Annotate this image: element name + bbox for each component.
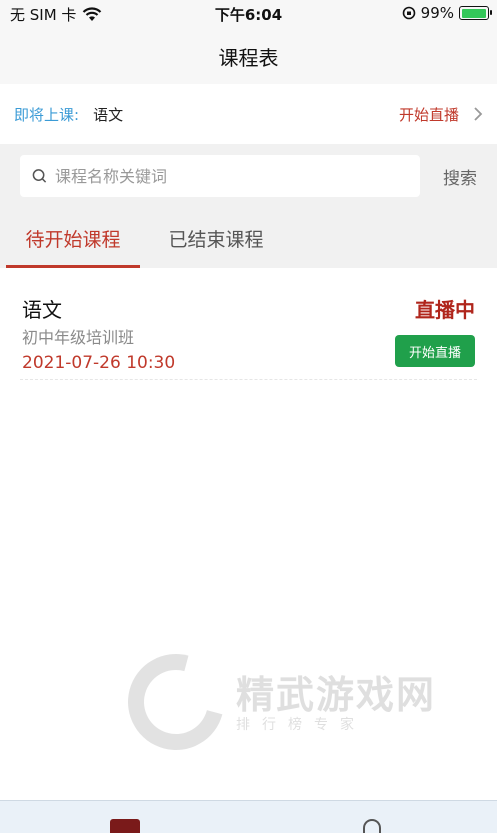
course-list: 语文 初中年级培训班 2021-07-26 10:30 直播中 开始直播 (0, 268, 497, 380)
search-section: 搜索 (0, 144, 497, 208)
start-live-button[interactable]: 开始直播 (395, 335, 475, 367)
battery-icon (459, 6, 492, 20)
course-time: 2021-07-26 10:30 (22, 353, 176, 373)
course-card[interactable]: 语文 初中年级培训班 2021-07-26 10:30 直播中 开始直播 (20, 268, 477, 380)
watermark: 精武游戏网 排行榜专家 (110, 636, 478, 768)
search-icon (32, 169, 47, 183)
bottom-tab-bar (0, 800, 497, 833)
watermark-title: 精武游戏网 (236, 673, 437, 717)
page-title: 课程表 (218, 45, 279, 70)
status-right: 99% (402, 4, 492, 22)
watermark-subtitle: 排行榜专家 (236, 717, 366, 733)
upcoming-class-banner[interactable]: 即将上课: 语文 开始直播 (0, 84, 497, 144)
watermark-logo-icon (110, 636, 242, 768)
search-button[interactable]: 搜索 (443, 164, 477, 189)
profile-tab-icon[interactable] (363, 819, 381, 833)
course-class: 初中年级培训班 (22, 328, 135, 347)
upcoming-course-name: 语文 (93, 105, 124, 124)
course-tabs: 待开始课程 已结束课程 (0, 208, 497, 268)
search-box (20, 155, 420, 197)
status-bar: 无 SIM 卡 下午6:04 99% (0, 0, 497, 28)
live-status-badge: 直播中 (415, 298, 475, 322)
chevron-right-icon (474, 107, 483, 121)
upcoming-label: 即将上课: (14, 105, 80, 124)
schedule-tab-icon[interactable] (110, 819, 140, 833)
tab-upcoming-courses[interactable]: 待开始课程 (0, 208, 146, 268)
upcoming-start-live-link[interactable]: 开始直播 (399, 104, 483, 125)
nav-bar: 课程表 (0, 28, 497, 84)
tab-finished-courses[interactable]: 已结束课程 (146, 208, 286, 268)
course-name: 语文 (22, 298, 62, 322)
upcoming-action-label: 开始直播 (398, 105, 459, 124)
battery-fill (461, 8, 487, 18)
search-input[interactable] (55, 166, 408, 186)
battery-percent: 99% (420, 4, 454, 22)
orientation-lock-icon (402, 6, 415, 20)
